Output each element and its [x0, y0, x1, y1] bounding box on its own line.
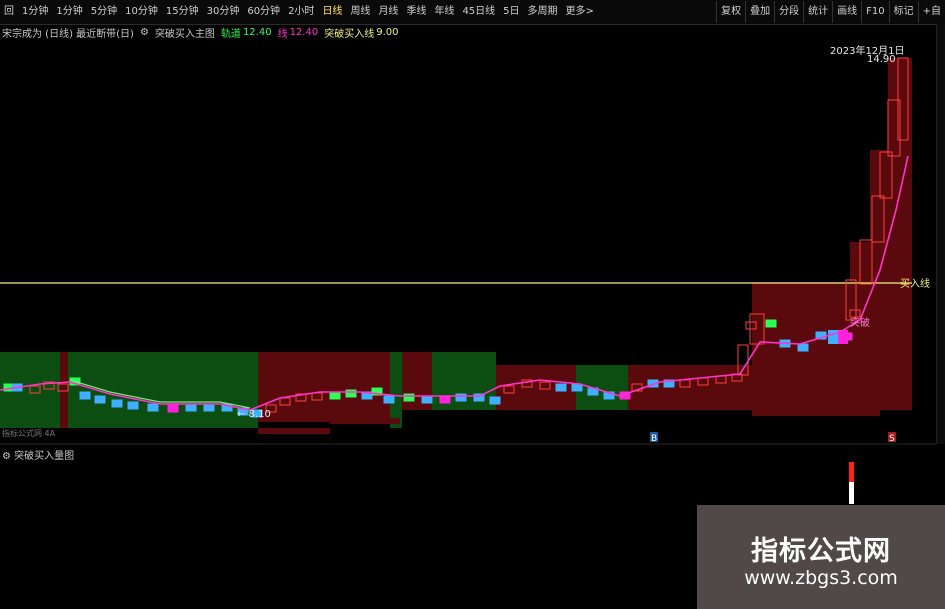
candle-48 [765, 319, 777, 328]
candle-26 [403, 393, 415, 402]
settings-icon[interactable]: ⚙ [2, 451, 11, 462]
zone-step-1 [330, 418, 400, 424]
zone-step-4 [880, 404, 912, 410]
sell-marker: S [889, 434, 895, 444]
sub-panel-name[interactable]: 突破买入量图 [14, 451, 74, 462]
watermark-banner: 指标公式网 www.zbgs3.com [697, 505, 945, 609]
zone-step-0 [258, 428, 330, 434]
low-price-label: ← 8.10 [237, 409, 271, 420]
candle-11 [167, 404, 179, 413]
volume-bar-white [849, 482, 854, 504]
right-scrollbar[interactable] [936, 24, 945, 444]
level-line-label: 买入线 [900, 277, 930, 290]
bottom-left-label: 指标公式网 4A [2, 428, 56, 438]
zone-3 [258, 352, 390, 422]
candle-31 [489, 396, 501, 405]
zone-tall-1 [850, 242, 912, 282]
buy-marker: B [651, 434, 657, 444]
candle-36 [571, 383, 583, 392]
volume-bar-red [849, 462, 854, 482]
zone-8 [576, 365, 628, 410]
candle-9 [127, 401, 139, 410]
candle-35 [555, 383, 567, 392]
candle-6 [79, 391, 91, 400]
candle-27 [421, 395, 433, 404]
zone-10 [752, 282, 912, 410]
zone-step-3 [850, 410, 880, 416]
candle-28 [439, 395, 451, 404]
candle-7 [94, 395, 106, 404]
watermark-url: www.zbgs3.com [744, 567, 898, 589]
candle-12 [185, 403, 197, 412]
price-tooltip: 14.90 [867, 54, 896, 65]
candle-21 [329, 391, 341, 400]
watermark-title: 指标公式网 [751, 536, 891, 567]
breakout-label: 突破 [850, 316, 870, 329]
candle-50 [797, 343, 809, 352]
zone-4 [390, 352, 402, 428]
candle-25 [383, 395, 395, 404]
candle-29 [455, 393, 467, 402]
sub-panel-title: ⚙ 突破买入量图 [2, 447, 74, 462]
breakout-cyan [828, 330, 838, 344]
candle-8 [111, 399, 123, 408]
candle-13 [203, 403, 215, 412]
candle-22 [345, 389, 357, 398]
zone-step-2 [752, 410, 850, 416]
zone-1 [60, 352, 68, 428]
candle-10 [147, 403, 159, 412]
